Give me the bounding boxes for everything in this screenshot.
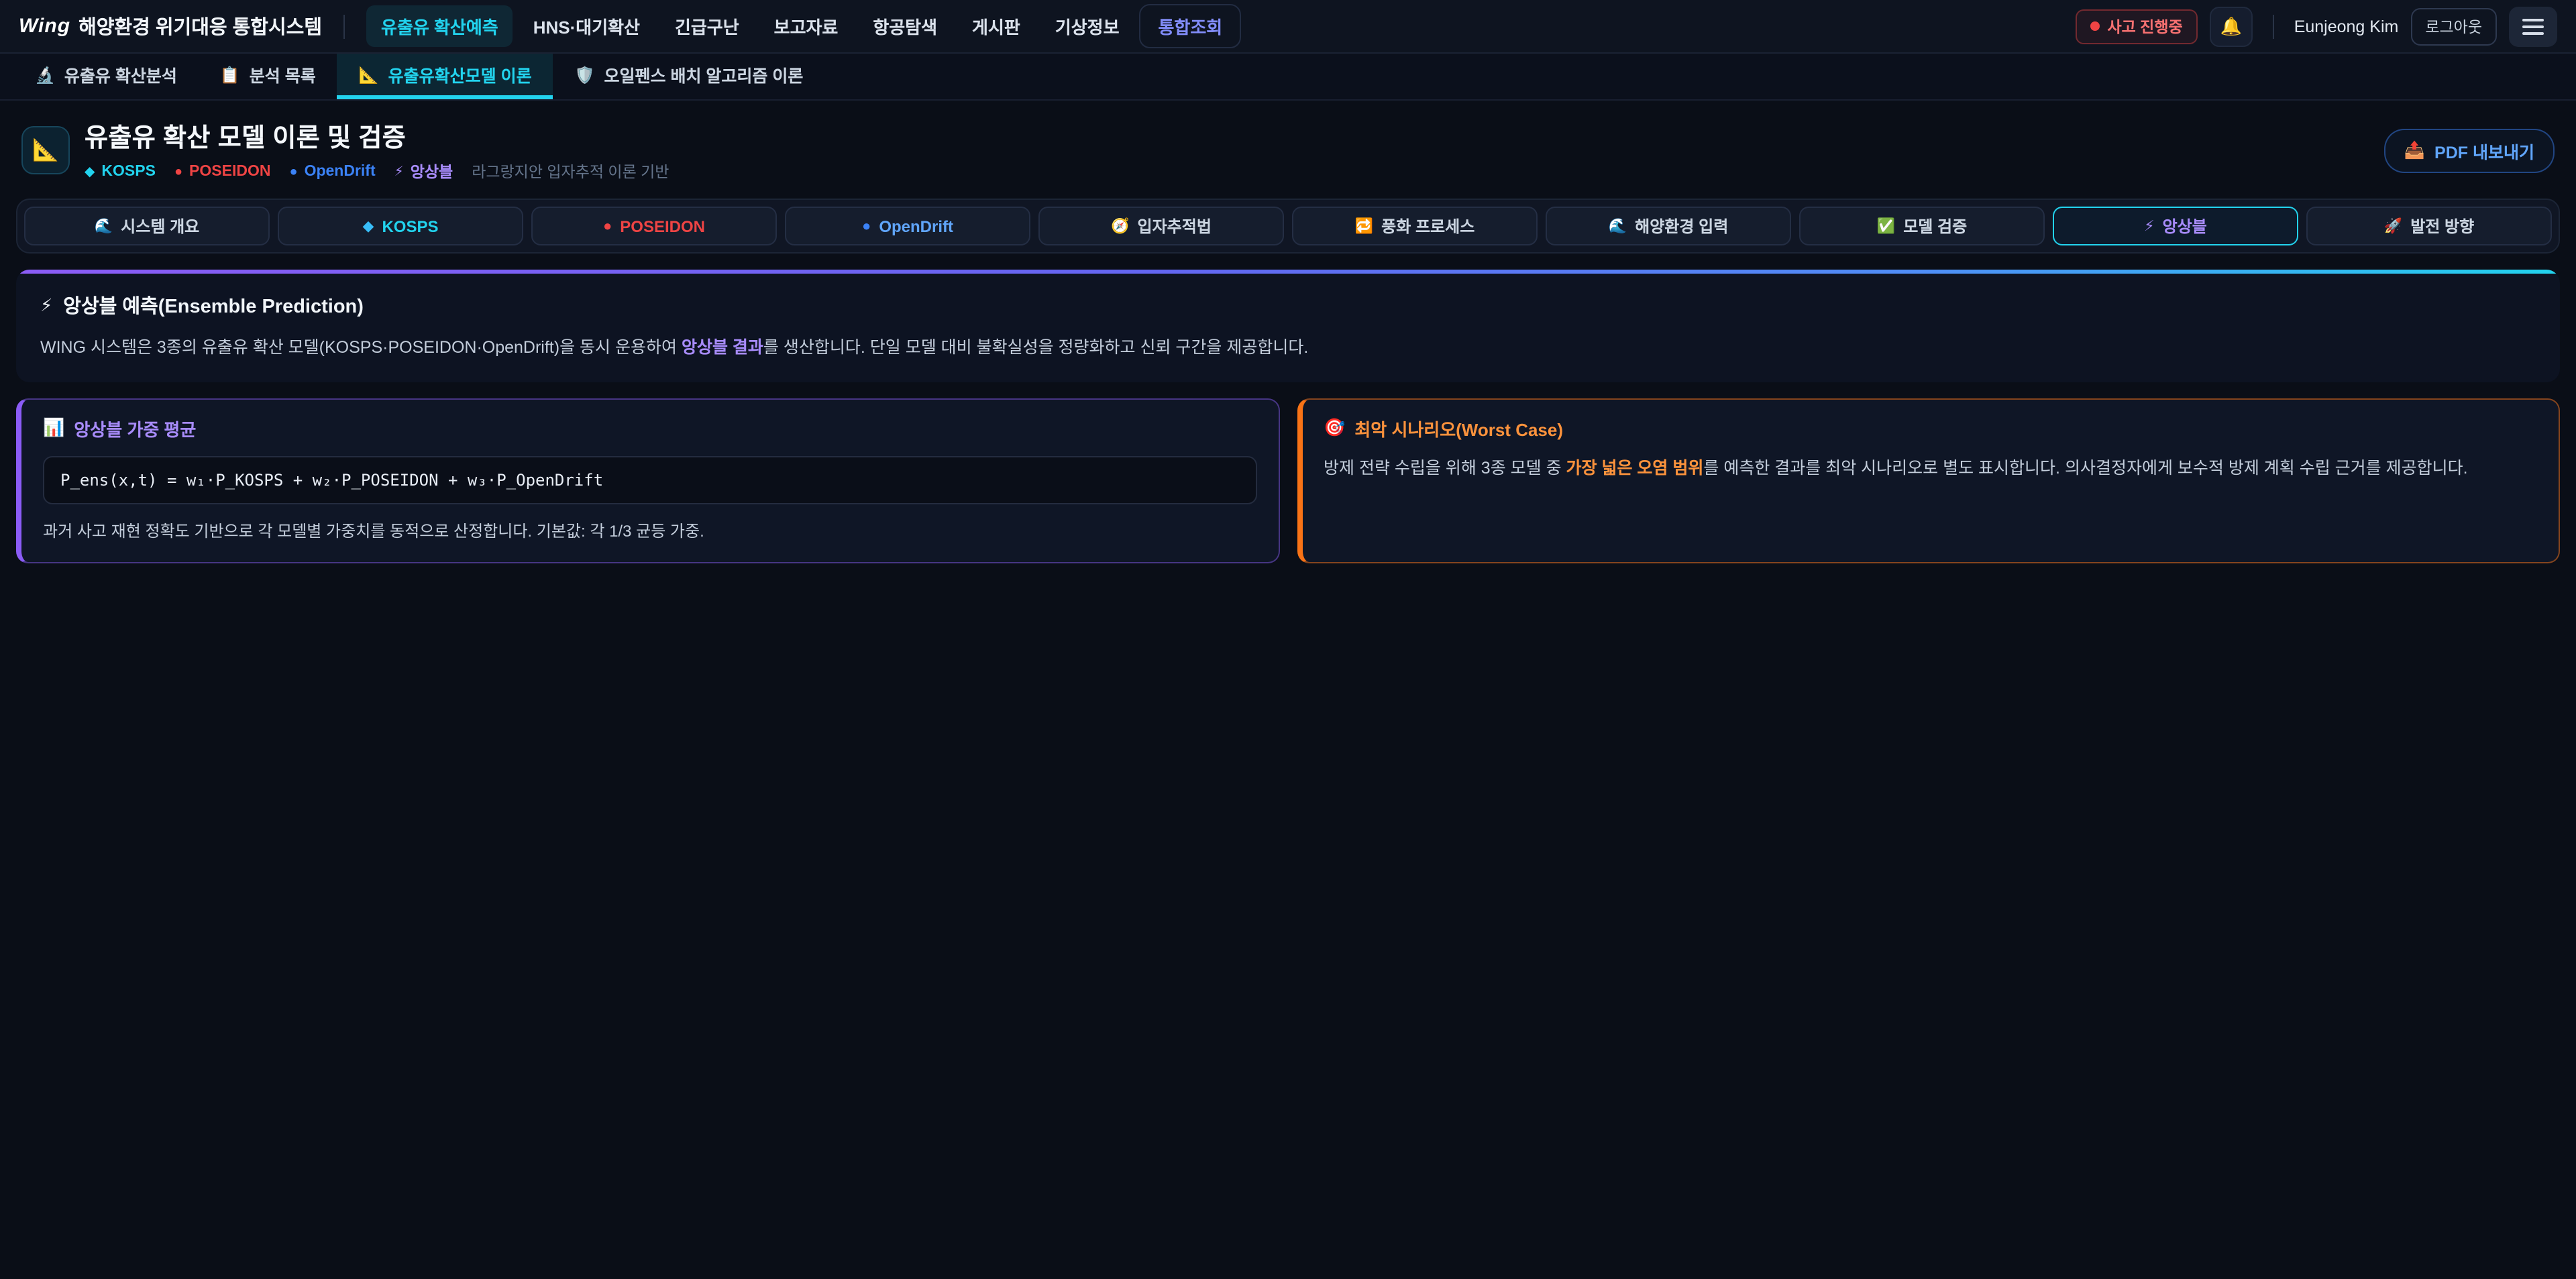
worst-case-description: 방제 전략 수립을 위해 3종 모델 중 가장 넓은 오염 범위를 예측한 결과… (1324, 456, 2537, 482)
badge-ensemble: ⚡ 앙상블 (394, 161, 453, 182)
circle-icon: ● (862, 218, 871, 234)
tab-label: 오일펜스 배치 알고리즘 이론 (604, 62, 804, 87)
wing-logo: Wing (19, 15, 70, 38)
badge-poseidon: ● POSEIDON (174, 164, 271, 180)
menu-item-hns-diffusion[interactable]: HNS·대기확산 (519, 5, 655, 47)
shield-icon: 🛡️ (575, 65, 595, 84)
menu-item-emergency-rescue[interactable]: 긴급구난 (660, 5, 754, 47)
notification-bell-button[interactable]: 🔔 (2210, 6, 2253, 46)
divider (343, 14, 345, 38)
chip-marine-env-input[interactable]: 🌊 해양환경 입력 (1546, 207, 1791, 245)
menu-item-oil-spill-prediction[interactable]: 유출유 확산예측 (366, 5, 513, 47)
page-title: 유출유 확산 모델 이론 및 검증 (85, 118, 669, 154)
bell-icon: 🔔 (2220, 15, 2242, 37)
highlight-widest-range: 가장 넓은 오염 범위 (1566, 459, 1704, 478)
page-header: 📐 유출유 확산 모델 이론 및 검증 ◆ KOSPS ● POSEIDON ●… (0, 101, 2576, 196)
chip-particle-tracking[interactable]: 🧭 입자추적법 (1038, 207, 1284, 245)
chip-kosps[interactable]: ◆ KOSPS (278, 207, 523, 245)
chip-future-direction[interactable]: 🚀 발전 방향 (2306, 207, 2552, 245)
tab-spill-analysis[interactable]: 🔬 유출유 확산분석 (13, 54, 199, 99)
lightning-icon: ⚡ (40, 294, 52, 316)
hamburger-menu-button[interactable] (2509, 6, 2557, 46)
page-icon-box: 📐 (21, 126, 70, 174)
app-title: 해양환경 위기대응 통합시스템 (78, 12, 322, 40)
wave-icon: 🌊 (1609, 217, 1627, 235)
circle-icon: ● (174, 164, 182, 179)
clipboard-icon: 📋 (220, 65, 240, 84)
ensemble-section-description: WING 시스템은 3종의 유출유 확산 모델(KOSPS·POSEIDON·O… (40, 335, 2536, 361)
tab-spill-model-theory[interactable]: 📐 유출유확산모델 이론 (337, 54, 553, 99)
tab-label: 유출유확산모델 이론 (388, 62, 532, 87)
incident-status-badge[interactable]: 사고 진행중 (2075, 9, 2197, 44)
bar-chart-icon: 📊 (43, 418, 64, 439)
chip-system-overview[interactable]: 🌊 시스템 개요 (24, 207, 270, 245)
weighted-average-heading: 📊 앙상블 가중 평균 (43, 416, 1256, 441)
tab-oil-fence-algorithm-theory[interactable]: 🛡️ 오일펜스 배치 알고리즘 이론 (553, 54, 825, 99)
highlight-ensemble-result: 앙상블 결과 (682, 338, 763, 357)
badge-kosps: ◆ KOSPS (85, 164, 156, 180)
divider (2273, 14, 2274, 38)
app-root: Wing 해양환경 위기대응 통합시스템 유출유 확산예측 HNS·대기확산 긴… (0, 0, 2576, 1279)
ensemble-section-heading: ⚡ 앙상블 예측(Ensemble Prediction) (40, 291, 2536, 319)
chip-opendrift[interactable]: ● OpenDrift (785, 207, 1030, 245)
incident-badge-label: 사고 진행중 (2107, 15, 2182, 37)
check-icon: ✅ (1877, 217, 1895, 235)
menu-item-reports[interactable]: 보고자료 (759, 5, 853, 47)
chip-weathering-process[interactable]: 🔁 풍화 프로세스 (1292, 207, 1538, 245)
brand[interactable]: Wing 해양환경 위기대응 통합시스템 (19, 12, 322, 40)
ensemble-formula: P_ens(x,t) = w₁·P_KOSPS + w₂·P_POSEIDON … (43, 456, 1256, 504)
menu-item-integrated-search[interactable]: 통합조회 (1140, 4, 1242, 48)
main-menu: 유출유 확산예측 HNS·대기확산 긴급구난 보고자료 항공탐색 게시판 기상정… (366, 4, 1241, 48)
circle-icon: ● (289, 164, 297, 179)
export-icon: 📤 (2404, 140, 2425, 160)
menu-item-aerial-search[interactable]: 항공탐색 (858, 5, 952, 47)
tab-label: 유출유 확산분석 (64, 62, 177, 87)
ensemble-section: ⚡ 앙상블 예측(Ensemble Prediction) WING 시스템은 … (16, 270, 2560, 382)
topbar-right: 사고 진행중 🔔 Eunjeong Kim 로그아웃 (2075, 6, 2557, 46)
diamond-icon: ◆ (85, 164, 95, 179)
menu-item-board[interactable]: 게시판 (957, 5, 1035, 47)
circle-icon: ● (603, 218, 612, 234)
lightning-icon: ⚡ (394, 164, 404, 179)
weighted-average-card: 📊 앙상블 가중 평균 P_ens(x,t) = w₁·P_KOSPS + w₂… (16, 398, 1279, 563)
chip-model-validation[interactable]: ✅ 모델 검증 (1799, 207, 2045, 245)
target-icon: 🎯 (1324, 418, 1345, 439)
logout-button[interactable]: 로그아웃 (2410, 7, 2497, 45)
rocket-icon: 🚀 (2384, 217, 2402, 235)
compass-icon: 🧭 (1111, 217, 1129, 235)
triangular-ruler-icon: 📐 (32, 137, 59, 164)
current-username: Eunjeong Kim (2294, 17, 2399, 36)
ensemble-cards-row: 📊 앙상블 가중 평균 P_ens(x,t) = w₁·P_KOSPS + w₂… (16, 398, 2560, 563)
hamburger-icon (2522, 18, 2544, 21)
pdf-export-button[interactable]: 📤 PDF 내보내기 (2384, 128, 2555, 172)
theory-subnote: 라그랑지안 입자추적 이론 기반 (472, 161, 669, 182)
worst-case-card: 🎯 최악 시나리오(Worst Case) 방제 전략 수립을 위해 3종 모델… (1297, 398, 2560, 563)
diamond-icon: ◆ (363, 217, 374, 235)
triangular-ruler-icon: 📐 (359, 65, 379, 84)
sub-tab-bar: 🔬 유출유 확산분석 📋 분석 목록 📐 유출유확산모델 이론 🛡️ 오일펜스 … (0, 54, 2576, 101)
chip-poseidon[interactable]: ● POSEIDON (531, 207, 777, 245)
wave-icon: 🌊 (95, 217, 113, 235)
title-block: 유출유 확산 모델 이론 및 검증 ◆ KOSPS ● POSEIDON ● O… (85, 118, 669, 182)
repeat-icon: 🔁 (1355, 217, 1373, 235)
pdf-export-label: PDF 내보내기 (2434, 137, 2534, 163)
section-chip-nav: 🌊 시스템 개요 ◆ KOSPS ● POSEIDON ● OpenDrift … (16, 199, 2560, 254)
badge-opendrift: ● OpenDrift (289, 164, 375, 180)
menu-item-weather-info[interactable]: 기상정보 (1040, 5, 1134, 47)
weighted-average-note: 과거 사고 재현 정확도 기반으로 각 모델별 가중치를 동적으로 산정합니다.… (43, 519, 1256, 543)
chip-ensemble[interactable]: ⚡ 앙상블 (2053, 207, 2298, 245)
status-dot-icon (2090, 21, 2099, 31)
tab-analysis-list[interactable]: 📋 분석 목록 (199, 54, 337, 99)
model-badges: ◆ KOSPS ● POSEIDON ● OpenDrift ⚡ 앙상블 라그랑… (85, 161, 669, 182)
top-navigation-bar: Wing 해양환경 위기대응 통합시스템 유출유 확산예측 HNS·대기확산 긴… (0, 0, 2576, 54)
worst-case-heading: 🎯 최악 시나리오(Worst Case) (1324, 416, 2537, 441)
microscope-icon: 🔬 (35, 65, 55, 84)
tab-label: 분석 목록 (250, 62, 316, 87)
lightning-icon: ⚡ (2144, 217, 2154, 235)
